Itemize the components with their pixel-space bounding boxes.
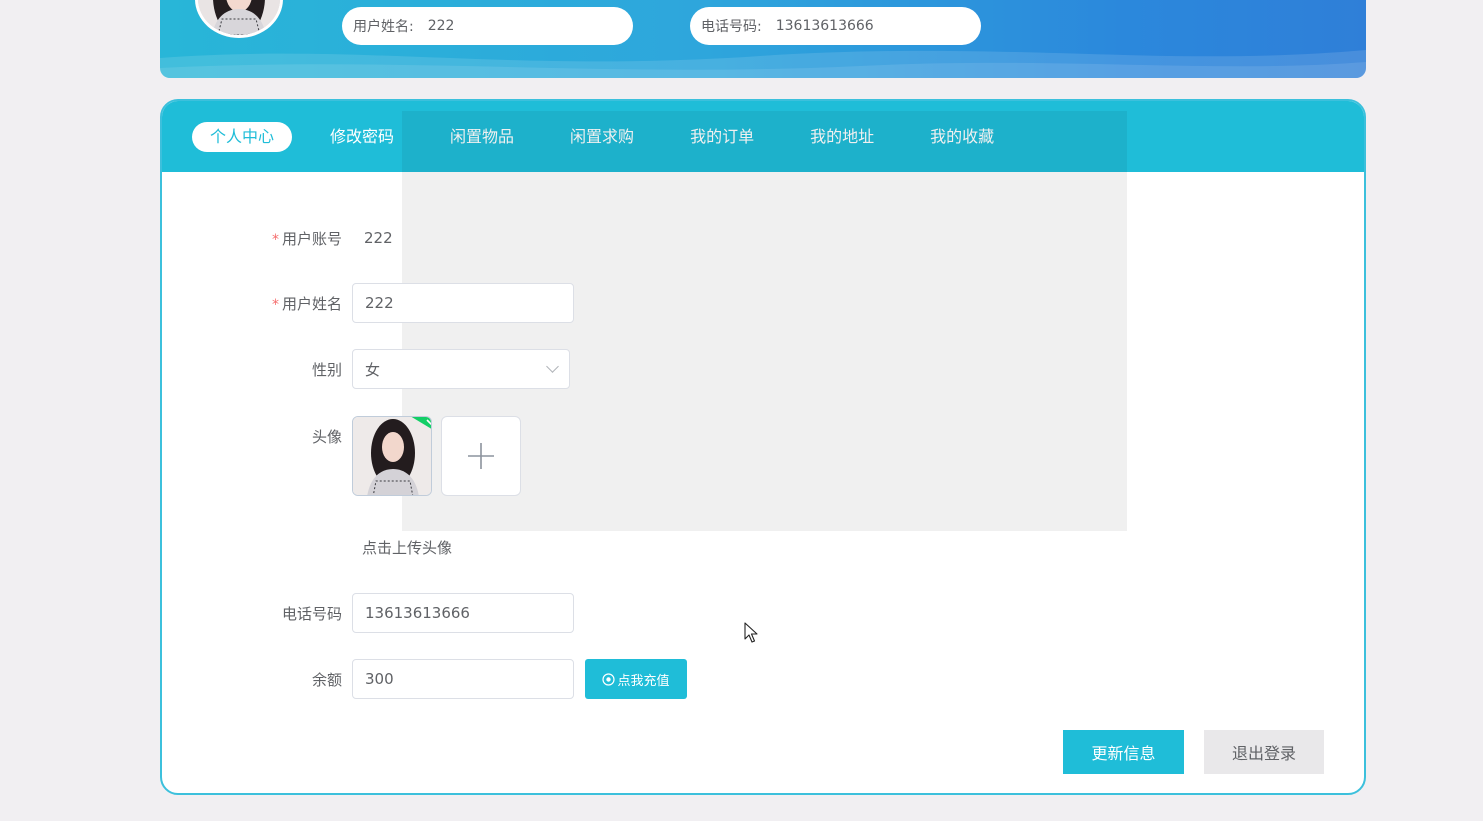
tab-personal-center[interactable]: 个人中心 bbox=[192, 121, 293, 152]
account-label: 用户账号 bbox=[281, 229, 342, 248]
phone-label: 电话号码 bbox=[281, 604, 342, 623]
name-row: * 用户姓名 222 bbox=[162, 283, 574, 323]
name-input[interactable]: 222 bbox=[352, 283, 574, 323]
gender-row: 性别 女 bbox=[162, 349, 570, 389]
required-mark: * bbox=[271, 231, 279, 248]
chevron-down-icon bbox=[546, 360, 559, 373]
recharge-button-label: 点我充值 bbox=[617, 673, 670, 689]
update-info-button[interactable]: 更新信息 bbox=[1063, 730, 1184, 774]
name-label: 用户姓名 bbox=[281, 294, 342, 313]
phone-input[interactable]: 13613613666 bbox=[352, 593, 574, 633]
logout-button[interactable]: 退出登录 bbox=[1204, 730, 1324, 774]
header-name-label: 用户姓名: bbox=[353, 19, 414, 35]
upload-success-icon bbox=[411, 417, 431, 429]
name-input-value: 222 bbox=[365, 294, 394, 312]
required-mark: * bbox=[271, 296, 279, 313]
account-label-wrap: * 用户账号 bbox=[162, 228, 352, 249]
balance-input[interactable]: 300 bbox=[352, 659, 574, 699]
avatar-upload-hint: 点击上传头像 bbox=[362, 539, 453, 557]
coin-icon bbox=[602, 672, 616, 686]
header-name-pill: 用户姓名: 222 bbox=[342, 7, 633, 45]
gender-select[interactable]: 女 bbox=[352, 349, 570, 389]
avatar-row: 头像 bbox=[162, 416, 521, 496]
name-label-wrap: * 用户姓名 bbox=[162, 293, 352, 314]
balance-label: 余额 bbox=[311, 670, 342, 689]
plus-icon bbox=[468, 443, 494, 469]
avatar-upload-button[interactable] bbox=[441, 416, 521, 496]
balance-input-value: 300 bbox=[365, 670, 394, 688]
account-row: * 用户账号 222 bbox=[162, 226, 393, 250]
phone-row: 电话号码 13613613666 bbox=[162, 593, 574, 633]
profile-card: 个人中心 修改密码 闲置物品 闲置求购 我的订单 我的地址 我的收藏 * 用户账号… bbox=[160, 99, 1366, 795]
recharge-button[interactable]: 点我充值 bbox=[585, 659, 687, 699]
header-phone-pill: 电话号码: 13613613666 bbox=[690, 7, 981, 45]
mouse-cursor-icon bbox=[744, 622, 758, 643]
tab-change-password[interactable]: 修改密码 bbox=[312, 122, 412, 152]
balance-row: 余额 300 点我充值 bbox=[162, 659, 687, 699]
header-phone-label: 电话号码: bbox=[701, 19, 762, 35]
account-value: 222 bbox=[364, 229, 393, 247]
avatar-label: 头像 bbox=[311, 428, 342, 446]
avatar-thumbnail[interactable] bbox=[352, 416, 432, 496]
phone-input-value: 13613613666 bbox=[365, 604, 470, 622]
gender-label: 性别 bbox=[311, 360, 342, 379]
header-phone-value: 13613613666 bbox=[775, 18, 874, 34]
header-name-value: 222 bbox=[427, 18, 455, 34]
gender-select-value: 女 bbox=[365, 360, 381, 379]
